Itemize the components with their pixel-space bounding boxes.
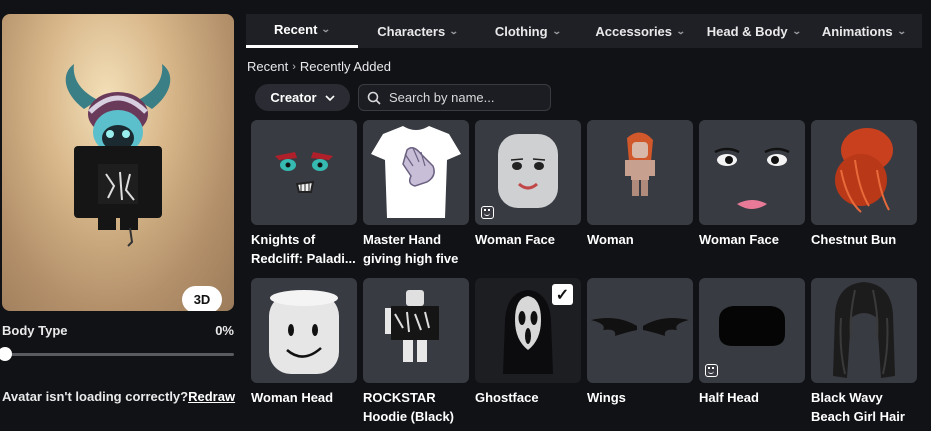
creator-filter-button[interactable]: Creator	[255, 84, 350, 111]
item-name: Woman Face	[699, 232, 779, 247]
item-thumbnail[interactable]	[811, 278, 917, 383]
item-thumbnail[interactable]	[251, 120, 357, 225]
catalog-item[interactable]: Knights of Redcliff: Paladi...	[251, 120, 357, 268]
catalog-item[interactable]: Woman	[587, 120, 693, 249]
tab-head-body[interactable]: Head & Body ⌄	[702, 14, 805, 48]
body-type-value: 0%	[215, 323, 234, 338]
item-name: Woman Head	[251, 390, 334, 405]
item-thumbnail[interactable]	[699, 278, 805, 383]
item-thumbnail[interactable]	[587, 120, 693, 225]
selected-checkmark-icon: ✓	[552, 284, 573, 305]
hair-icon	[835, 128, 893, 213]
tab-label: Head & Body	[706, 23, 788, 39]
item-thumbnail[interactable]	[699, 120, 805, 225]
tab-animations[interactable]: Animations ⌄	[805, 14, 922, 48]
face-badge-icon	[481, 206, 494, 219]
tshirt-icon	[371, 126, 461, 218]
tab-recent[interactable]: Recent ⌄	[246, 14, 358, 48]
item-thumbnail[interactable]	[475, 120, 581, 225]
breadcrumb-current: Recently Added	[299, 59, 391, 74]
catalog-item[interactable]: Wings	[587, 278, 693, 407]
tab-accessories[interactable]: Accessories ⌄	[578, 14, 702, 48]
body-type-slider-track[interactable]	[2, 353, 234, 356]
tab-label: Characters	[377, 23, 446, 39]
item-name: Black Wavy Beach Girl Hair	[811, 390, 905, 424]
catalog-item[interactable]: Master Hand giving high five	[363, 120, 469, 268]
body-type-slider-thumb[interactable]	[0, 347, 12, 361]
item-name: Master Hand giving high five	[363, 232, 459, 266]
catalog-item[interactable]: Woman Head	[251, 278, 357, 407]
wings-icon	[591, 318, 689, 336]
woman-face-icon	[714, 147, 790, 209]
chevron-down-icon: ⌄	[791, 25, 802, 36]
creator-filter-label: Creator	[270, 90, 317, 105]
item-thumbnail[interactable]	[363, 278, 469, 383]
avatar-figure	[65, 64, 171, 247]
item-thumbnail[interactable]	[251, 278, 357, 383]
catalog-item[interactable]: Chestnut Bun	[811, 120, 917, 249]
body-type-label: Body Type	[2, 323, 68, 338]
chevron-down-icon: ⌄	[321, 24, 332, 34]
item-name: Woman	[587, 232, 634, 247]
face-paladin-icon	[275, 152, 333, 193]
item-thumbnail[interactable]	[587, 278, 693, 383]
item-name: Chestnut Bun	[811, 232, 897, 247]
tab-clothing[interactable]: Clothing ⌄	[477, 14, 578, 48]
catalog-item[interactable]: Woman Face	[475, 120, 581, 249]
item-thumbnail[interactable]	[363, 120, 469, 225]
head-icon	[269, 290, 339, 374]
item-name: Knights of Redcliff: Paladi...	[251, 232, 356, 266]
item-thumbnail[interactable]	[811, 120, 917, 225]
tab-label: Clothing	[494, 23, 548, 39]
catalog-item[interactable]: ROCKSTAR Hoodie (Black)	[363, 278, 469, 426]
view-3d-button[interactable]: 3D	[182, 286, 222, 311]
category-tabs: Recent ⌄ Characters ⌄ Clothing ⌄ Accessorie…	[246, 14, 922, 48]
breadcrumb-root[interactable]: Recent	[247, 59, 288, 74]
item-thumbnail[interactable]: ✓	[475, 278, 581, 383]
avatar-preview[interactable]: 3D	[2, 14, 234, 311]
catalog-item[interactable]: Half Head	[699, 278, 805, 407]
breadcrumb: Recent › Recently Added	[247, 59, 391, 74]
chevron-down-icon: ⌄	[449, 25, 459, 36]
redraw-link[interactable]: Redraw	[188, 389, 235, 404]
item-name: ROCKSTAR Hoodie (Black)	[363, 390, 455, 424]
catalog-item[interactable]: Black Wavy Beach Girl Hair	[811, 278, 917, 426]
hoodie-icon	[385, 290, 439, 362]
tab-characters[interactable]: Characters ⌄	[358, 14, 477, 48]
catalog-item[interactable]: ✓ Ghostface	[475, 278, 581, 407]
redraw-text: Avatar isn't loading correctly?	[2, 389, 189, 404]
hair-icon	[833, 282, 895, 378]
search-input[interactable]	[389, 90, 539, 105]
tab-label: Recent	[274, 22, 318, 37]
woman-character-icon	[625, 132, 655, 196]
item-name: Wings	[587, 390, 626, 405]
face-badge-icon	[705, 364, 718, 377]
item-name: Woman Face	[475, 232, 555, 247]
search-box[interactable]	[358, 84, 551, 111]
chevron-right-icon: ›	[292, 60, 296, 73]
chevron-down-icon: ⌄	[675, 25, 686, 36]
item-name: Ghostface	[475, 390, 539, 405]
item-name: Half Head	[699, 390, 759, 405]
chevron-down-icon: ⌄	[896, 25, 907, 36]
tab-label: Animations	[821, 23, 893, 39]
search-icon	[367, 91, 381, 105]
chevron-down-icon	[325, 94, 335, 101]
chevron-down-icon: ⌄	[551, 25, 562, 36]
catalog-item[interactable]: Woman Face	[699, 120, 805, 249]
tab-label: Accessories	[595, 23, 673, 39]
redraw-message: Avatar isn't loading correctly?Redraw	[2, 389, 235, 404]
